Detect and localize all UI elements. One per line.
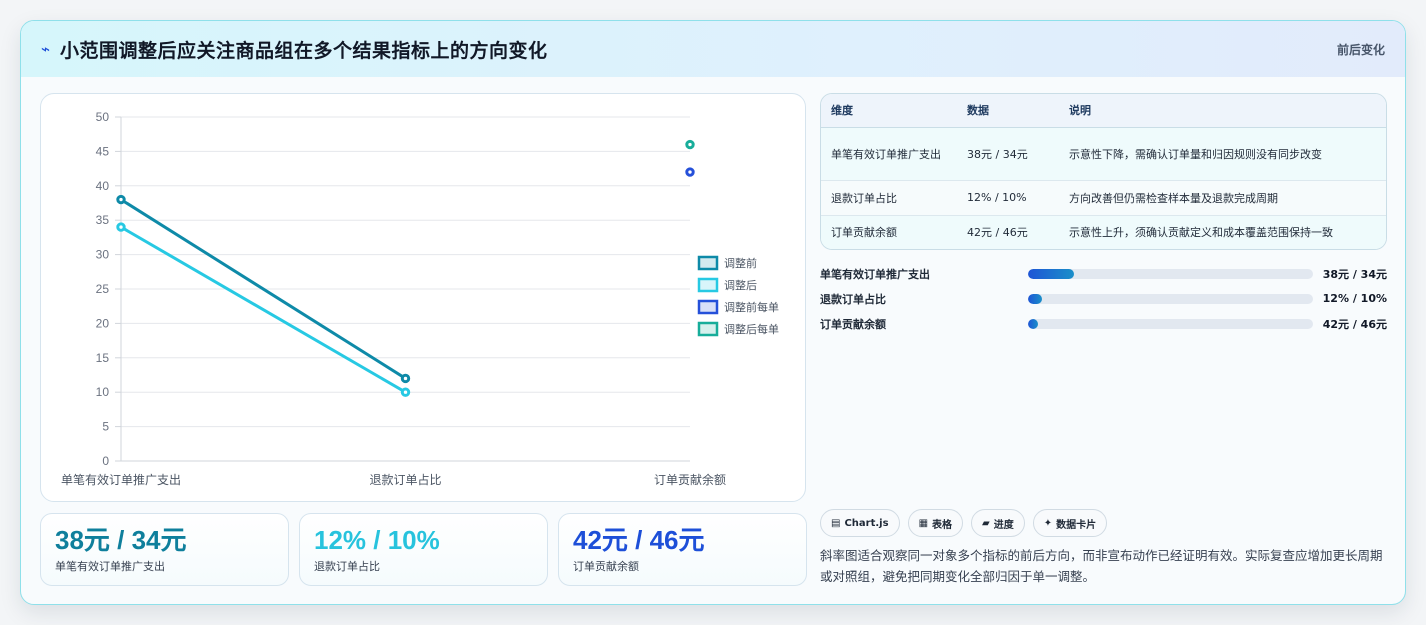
stat-card: 12% / 10% 退款订单占比 [299,513,548,586]
progress-fill [1028,293,1043,304]
table-row: 订单贡献余额 42元 / 46元 示意性上升，须确认贡献定义和成本覆盖范围保持一… [821,215,1386,249]
stat-value: 42元 / 46元 [573,525,705,555]
pill-chartjs[interactable]: ▤ Chart.js [820,509,900,537]
data-point [116,194,126,205]
progress-track [1028,268,1313,279]
y-tick-label: 15 [96,351,110,365]
y-tick-label: 25 [96,282,110,296]
table-cell: 单笔有效订单推广支出 [821,127,957,181]
legend-swatch [697,255,719,271]
pill-data-card[interactable]: ✦ 数据卡片 [1032,509,1108,537]
table-cell: 退款订单占比 [821,180,957,216]
tag-pills: ▤ Chart.js ▦ 表格 ▰ 进度 ✦ 数据卡片 [820,509,1108,537]
table-header-row: 维度 数据 说明 [821,94,1386,128]
chart-icon: ▤ [831,517,841,529]
progress-fill [1028,268,1074,279]
pill-table[interactable]: ▦ 表格 [907,509,964,537]
stat-value: 38元 / 34元 [55,525,187,555]
progress-label: 单笔有效订单推广支出 [820,267,930,281]
y-tick-label: 30 [96,248,110,262]
y-tick-label: 45 [96,144,110,158]
main-card: ⌁ 小范围调整后应关注商品组在多个结果指标上的方向变化 前后变化 0 5 10 15 2… [20,20,1406,605]
table-cell: 38元 / 34元 [957,127,1059,181]
y-tick-label: 5 [102,420,109,434]
data-point [116,222,126,232]
progress-track [1028,318,1313,329]
footnote: 斜率图适合观察同一对象多个指标的前后方向，而非宣布动作已经证明有效。实际复查应增… [820,548,1383,584]
progress-value: 38元 / 34元 [1322,267,1387,281]
table-row: 退款订单占比 12% / 10% 方向改善但仍需检查样本量及退款完成周期 [821,180,1386,216]
legend-swatch [697,321,719,337]
x-tick-label: 单笔有效订单推广支出 [61,472,181,487]
progress-icon: ▰ [982,517,990,529]
legend-label: 调整前每单 [724,300,779,314]
progress-label: 退款订单占比 [820,292,886,306]
legend-label: 调整后每单 [724,322,779,336]
pill-label: 进度 [993,519,1014,531]
title-wrap: ⌁ 小范围调整后应关注商品组在多个结果指标上的方向变化 [41,36,548,63]
y-tick-label: 0 [102,454,109,468]
table-cell: 示意性上升，须确认贡献定义和成本覆盖范围保持一致 [1059,215,1386,249]
progress-value: 42元 / 46元 [1322,317,1387,331]
progress-list: 单笔有效订单推广支出 38元 / 34元 退款订单占比 12% / 10% 订单… [820,261,1387,336]
pill-label: Chart.js [844,517,889,529]
stat-card: 38元 / 34元 单笔有效订单推广支出 [40,513,289,586]
pill-label: 表格 [932,519,953,531]
pill-progress[interactable]: ▰ 进度 [971,509,1025,537]
x-tick-label: 订单贡献余额 [654,472,726,487]
stat-label: 退款订单占比 [314,560,380,573]
sparkline-icon: ⌁ [41,40,51,58]
stat-label: 订单贡献余额 [573,560,639,573]
data-point [685,167,695,177]
table-cell: 12% / 10% [957,180,1059,216]
table-header-cell: 数据 [957,94,1059,128]
stat-label: 单笔有效订单推广支出 [55,560,165,573]
progress-track [1028,293,1313,304]
legend-swatch [697,277,719,293]
progress-row: 退款订单占比 12% / 10% [820,286,1387,311]
card-icon: ✦ [1043,517,1053,529]
y-tick-label: 10 [96,385,110,399]
table-cell: 方向改善但仍需检查样本量及退款完成周期 [1059,180,1386,216]
progress-row: 单笔有效订单推广支出 38元 / 34元 [820,261,1387,286]
progress-value: 12% / 10% [1322,292,1387,305]
data-point [400,387,411,397]
table: 维度 数据 说明 单笔有效订单推广支出 38元 / 34元 示意性下降，需确认订… [821,94,1386,249]
stat-card: 42元 / 46元 订单贡献余额 [558,513,807,586]
legend-label: 调整前 [724,256,757,270]
progress-row: 订单贡献余额 42元 / 46元 [820,311,1387,336]
data-table: 维度 数据 说明 单笔有效订单推广支出 38元 / 34元 示意性下降，需确认订… [820,93,1387,250]
table-header-cell: 说明 [1059,94,1386,128]
page-title: 小范围调整后应关注商品组在多个结果指标上的方向变化 [60,39,548,62]
table-cell: 订单贡献余额 [821,215,957,249]
table-row: 单笔有效订单推广支出 38元 / 34元 示意性下降，需确认订单量和归因规则没有… [821,127,1386,181]
progress-fill [1028,318,1038,329]
y-tick-label: 20 [96,316,110,330]
legend-label: 调整后 [724,278,757,292]
y-tick-label: 50 [96,110,110,124]
card-header: ⌁ 小范围调整后应关注商品组在多个结果指标上的方向变化 前后变化 [21,21,1405,77]
x-tick-label: 退款订单占比 [369,472,441,487]
legend-swatch [697,299,719,315]
slope-chart: 0 5 10 15 20 25 30 35 40 45 50 单笔有效订单推广支出 退款订单占比 订单贡献… [61,110,779,487]
table-cell: 42元 / 46元 [957,215,1059,249]
chart-card: 0 5 10 15 20 25 30 35 40 45 50 单笔有效订单推广支出 退款订单占比 订单贡献… [40,93,806,502]
stat-value: 12% / 10% [314,525,440,555]
series-line [120,225,407,394]
data-point [400,373,411,384]
table-header-cell: 维度 [821,94,957,128]
table-icon: ▦ [918,517,929,529]
y-tick-label: 40 [96,179,110,193]
data-point [685,139,695,150]
y-tick-label: 35 [96,213,110,227]
table-cell: 示意性下降，需确认订单量和归因规则没有同步改变 [1059,127,1386,181]
pill-label: 数据卡片 [1056,519,1097,531]
progress-label: 订单贡献余额 [820,317,886,331]
header-tag: 前后变化 [1336,42,1385,57]
